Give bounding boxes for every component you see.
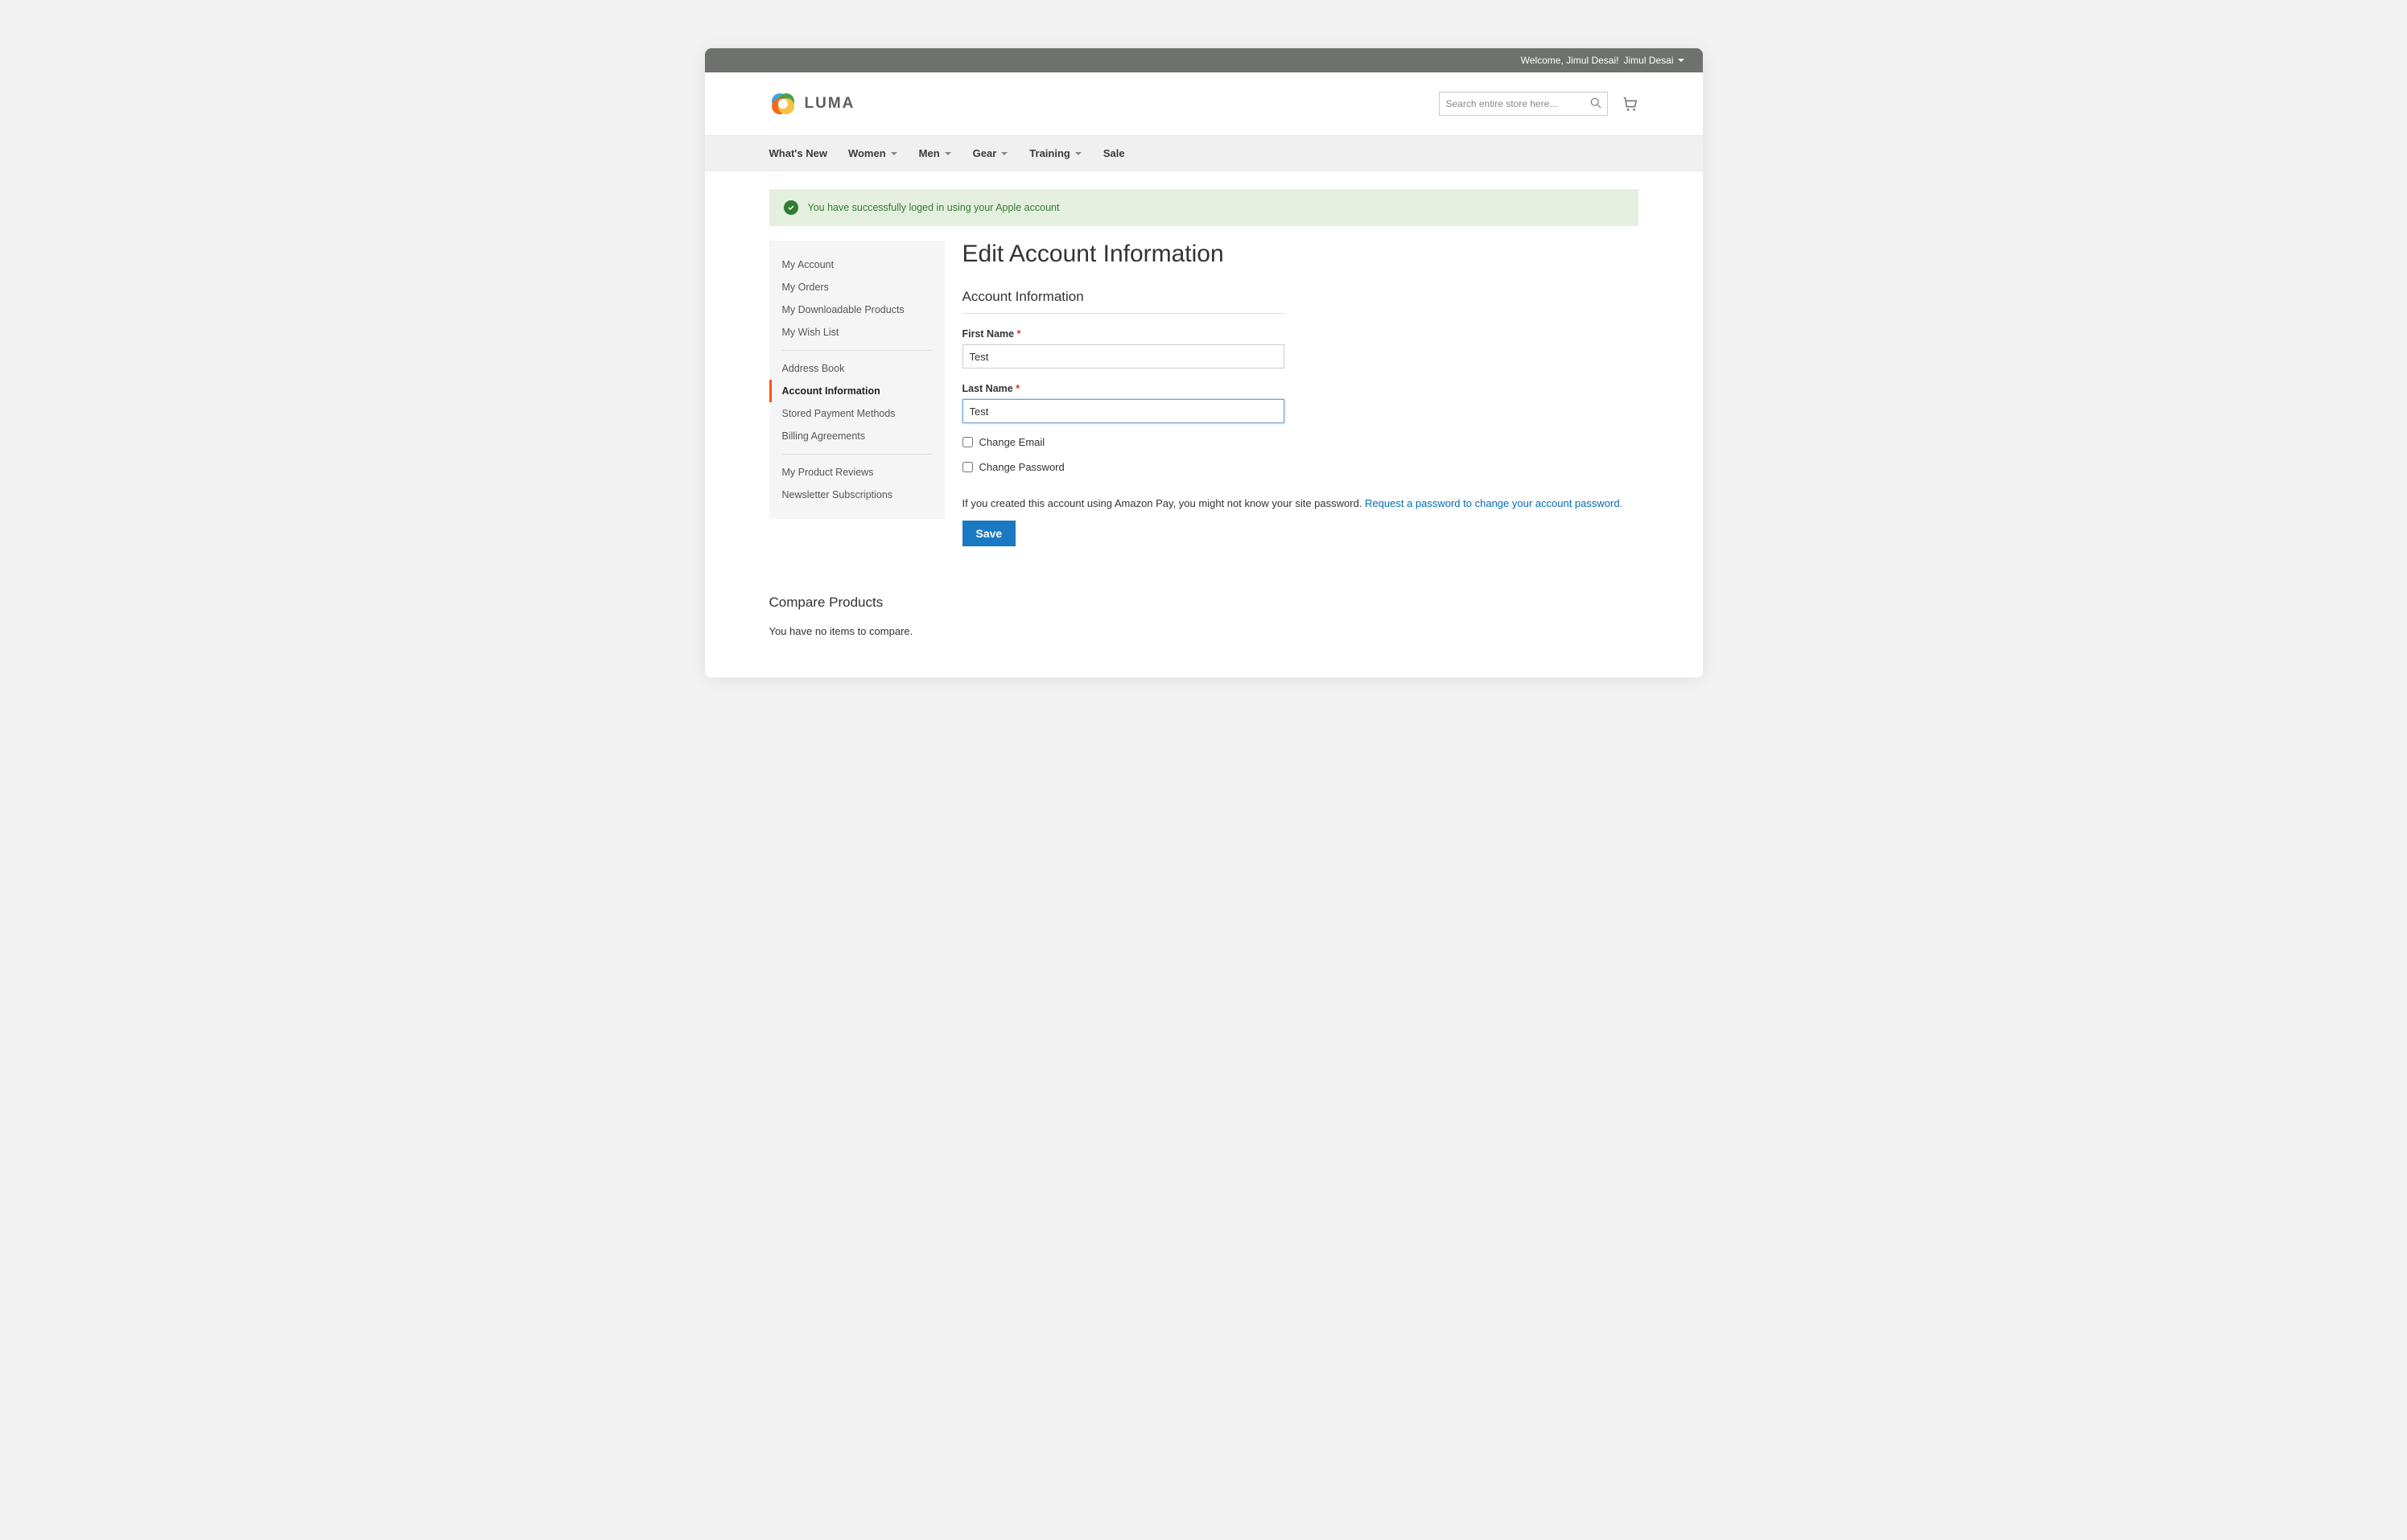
sidebar-item-wishlist[interactable]: My Wish List	[769, 321, 945, 344]
columns: My Account My Orders My Downloadable Pro…	[769, 241, 1638, 546]
app-window: Welcome, Jimul Desai! Jimul Desai LUMA	[705, 48, 1703, 677]
request-password-link[interactable]: Request a password to change your accoun…	[1365, 497, 1622, 509]
compare-title: Compare Products	[769, 595, 1638, 611]
chevron-down-icon	[944, 150, 952, 158]
main: Edit Account Information Account Informa…	[962, 241, 1638, 546]
cart-icon[interactable]	[1621, 95, 1638, 113]
page-title: Edit Account Information	[962, 241, 1638, 268]
menu-women[interactable]: Women	[848, 136, 898, 171]
sidebar-sep	[782, 350, 932, 351]
search-input[interactable]	[1439, 92, 1608, 116]
menubar: What's New Women Men Gear Training Sale	[705, 135, 1703, 171]
chevron-down-icon	[1677, 56, 1685, 64]
sidebar-item-my-account[interactable]: My Account	[769, 253, 945, 276]
first-name-input[interactable]	[962, 344, 1284, 369]
menu-whats-new[interactable]: What's New	[769, 136, 827, 171]
sidebar: My Account My Orders My Downloadable Pro…	[769, 241, 945, 519]
password-hint: If you created this account using Amazon…	[962, 497, 1638, 509]
sidebar-item-billing-agreements[interactable]: Billing Agreements	[769, 425, 945, 447]
menu-gear[interactable]: Gear	[973, 136, 1009, 171]
content: You have successfully loged in using you…	[705, 189, 1703, 677]
sidebar-item-downloadable[interactable]: My Downloadable Products	[769, 299, 945, 321]
user-menu[interactable]: Jimul Desai	[1623, 55, 1684, 66]
welcome-text: Welcome, Jimul Desai!	[1521, 55, 1619, 66]
required-indicator: *	[1017, 328, 1021, 340]
sidebar-item-product-reviews[interactable]: My Product Reviews	[769, 461, 945, 484]
field-first-name: First Name *	[962, 328, 1284, 369]
menu-men[interactable]: Men	[919, 136, 952, 171]
compare-empty-text: You have no items to compare.	[769, 625, 1638, 637]
search-icon[interactable]	[1590, 97, 1601, 109]
field-last-name: Last Name *	[962, 383, 1284, 423]
compare-block: Compare Products You have no items to co…	[769, 595, 1638, 637]
change-password-checkbox[interactable]	[962, 462, 973, 472]
sidebar-item-address-book[interactable]: Address Book	[769, 357, 945, 380]
last-name-label: Last Name *	[962, 383, 1284, 394]
chevron-down-icon	[1000, 150, 1008, 158]
sidebar-item-payment-methods[interactable]: Stored Payment Methods	[769, 402, 945, 425]
logo-text: LUMA	[805, 95, 855, 113]
search-wrap	[1439, 92, 1608, 116]
menu-training[interactable]: Training	[1029, 136, 1082, 171]
change-email-label: Change Email	[979, 436, 1045, 448]
header-right	[1439, 92, 1638, 116]
logo-icon	[769, 90, 797, 117]
sidebar-item-my-orders[interactable]: My Orders	[769, 276, 945, 299]
chevron-down-icon	[1074, 150, 1082, 158]
change-password-label: Change Password	[979, 461, 1065, 473]
success-alert: You have successfully loged in using you…	[769, 189, 1638, 226]
last-name-input[interactable]	[962, 399, 1284, 423]
first-name-label: First Name *	[962, 328, 1284, 340]
check-circle-icon	[784, 200, 798, 215]
logo[interactable]: LUMA	[769, 90, 855, 117]
section-title: Account Information	[962, 289, 1284, 314]
sidebar-sep	[782, 454, 932, 455]
change-email-row: Change Email	[962, 436, 1638, 448]
sidebar-item-account-info[interactable]: Account Information	[769, 380, 945, 402]
menu-sale[interactable]: Sale	[1103, 136, 1125, 171]
change-email-checkbox[interactable]	[962, 437, 973, 447]
save-button[interactable]: Save	[962, 521, 1016, 546]
change-password-row: Change Password	[962, 461, 1638, 473]
alert-text: You have successfully loged in using you…	[808, 202, 1060, 213]
user-name: Jimul Desai	[1623, 55, 1673, 66]
required-indicator: *	[1016, 383, 1020, 394]
topbar: Welcome, Jimul Desai! Jimul Desai	[705, 48, 1703, 72]
sidebar-item-newsletter[interactable]: Newsletter Subscriptions	[769, 484, 945, 506]
chevron-down-icon	[890, 150, 898, 158]
header: LUMA	[705, 72, 1703, 135]
